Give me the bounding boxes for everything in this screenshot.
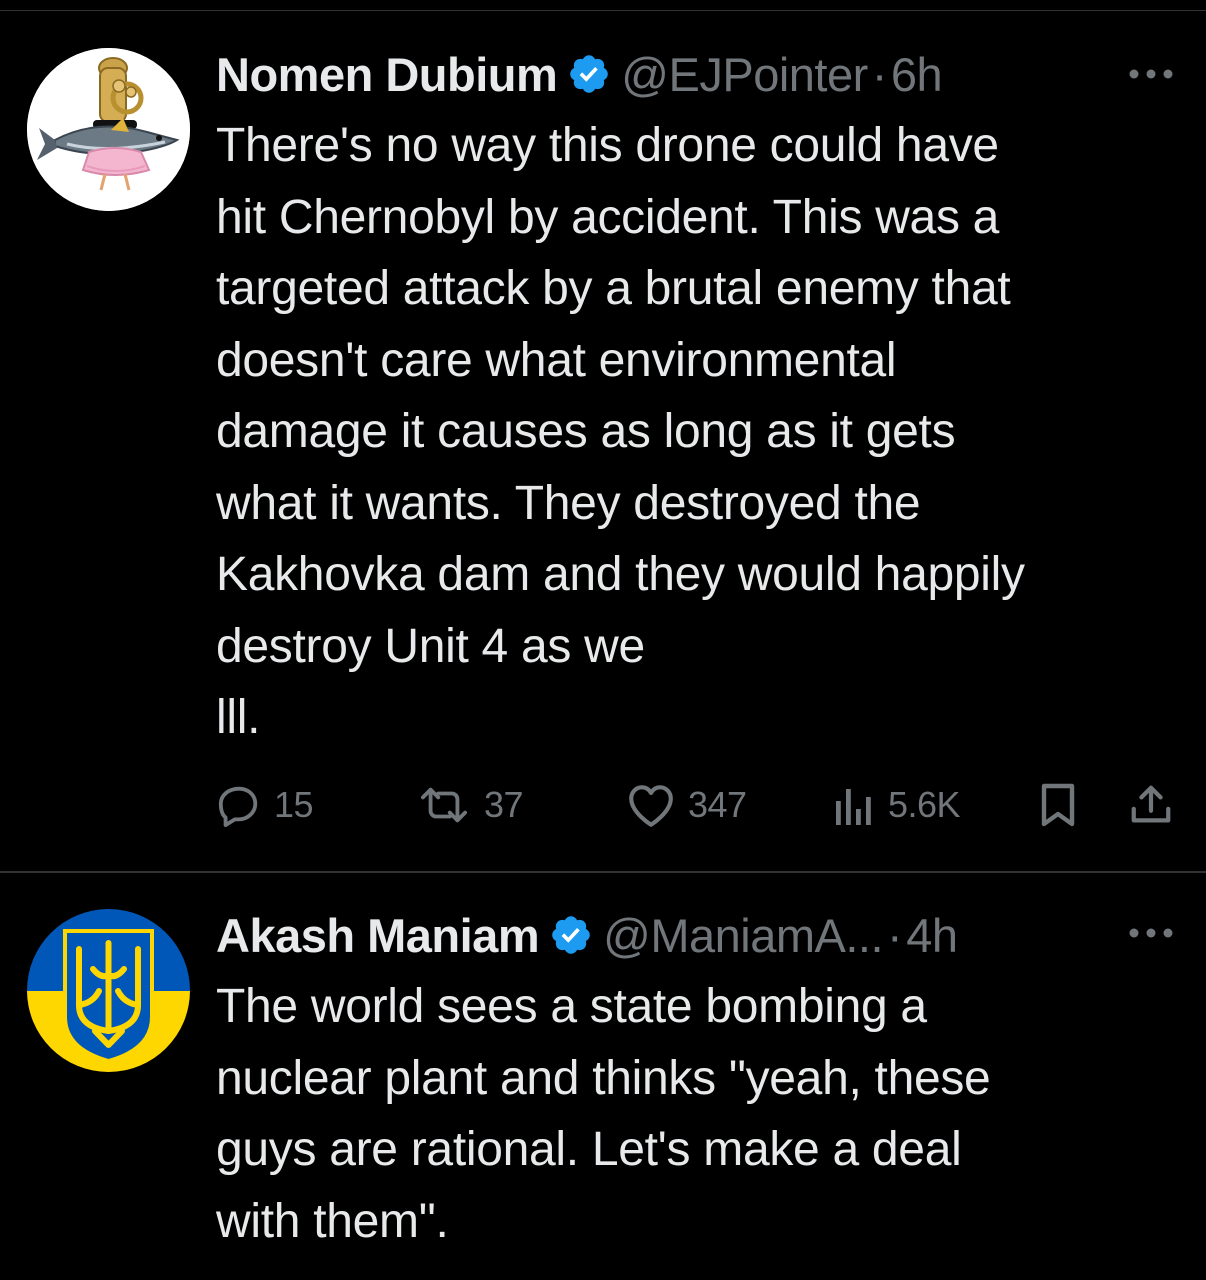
reply-icon bbox=[218, 786, 258, 828]
display-name[interactable]: Akash Maniam bbox=[216, 908, 540, 963]
reply-count: 15 bbox=[274, 784, 314, 825]
tweet[interactable]: Nomen Dubium @EJPointer · 6h There's no … bbox=[0, 0, 1206, 870]
view-count: 5.6K bbox=[888, 784, 961, 825]
repost-count: 37 bbox=[484, 784, 524, 825]
verified-badge-icon[interactable] bbox=[567, 52, 611, 96]
tweet[interactable]: Akash Maniam @ManiamA... · 4h The world … bbox=[0, 873, 1206, 1280]
repost-icon bbox=[421, 787, 468, 823]
avatar[interactable] bbox=[27, 48, 190, 211]
bookmark-button[interactable] bbox=[1038, 780, 1078, 830]
timestamp[interactable]: 6h bbox=[891, 47, 943, 102]
reply-button[interactable]: 15 bbox=[216, 780, 314, 830]
repost-button[interactable]: 37 bbox=[416, 780, 524, 830]
tweet-text: The world sees a state bombing a nuclear… bbox=[216, 980, 991, 1248]
ukraine-trident-avatar-icon bbox=[27, 909, 190, 1072]
tweet-text: There's no way this drone could have hit… bbox=[216, 119, 1025, 744]
user-handle[interactable]: @EJPointer bbox=[621, 47, 868, 102]
tweet-header: Akash Maniam @ManiamA... · 4h bbox=[216, 905, 958, 965]
bookmark-icon bbox=[1041, 783, 1075, 827]
share-icon bbox=[1131, 785, 1171, 823]
avatar[interactable] bbox=[27, 909, 190, 1072]
views-chart-icon bbox=[836, 789, 871, 825]
tuba-fish-tutu-avatar-icon bbox=[27, 48, 190, 211]
separator-dot: · bbox=[871, 47, 888, 101]
heart-icon bbox=[629, 785, 673, 827]
more-options-icon[interactable] bbox=[1128, 68, 1174, 80]
like-count: 347 bbox=[688, 784, 747, 825]
tweet-header: Nomen Dubium @EJPointer · 6h bbox=[216, 44, 943, 104]
user-handle[interactable]: @ManiamA... bbox=[603, 908, 883, 963]
share-button[interactable] bbox=[1128, 780, 1174, 830]
like-button[interactable]: 347 bbox=[626, 780, 747, 830]
verified-badge-icon[interactable] bbox=[549, 913, 593, 957]
timestamp[interactable]: 4h bbox=[906, 908, 958, 963]
separator-dot: · bbox=[887, 908, 903, 962]
views-button[interactable]: 5.6K bbox=[832, 780, 961, 830]
more-options-icon[interactable] bbox=[1128, 927, 1174, 939]
display-name[interactable]: Nomen Dubium bbox=[216, 47, 558, 102]
tweet-action-bar: 15 37 347 5.6K bbox=[216, 780, 1176, 830]
